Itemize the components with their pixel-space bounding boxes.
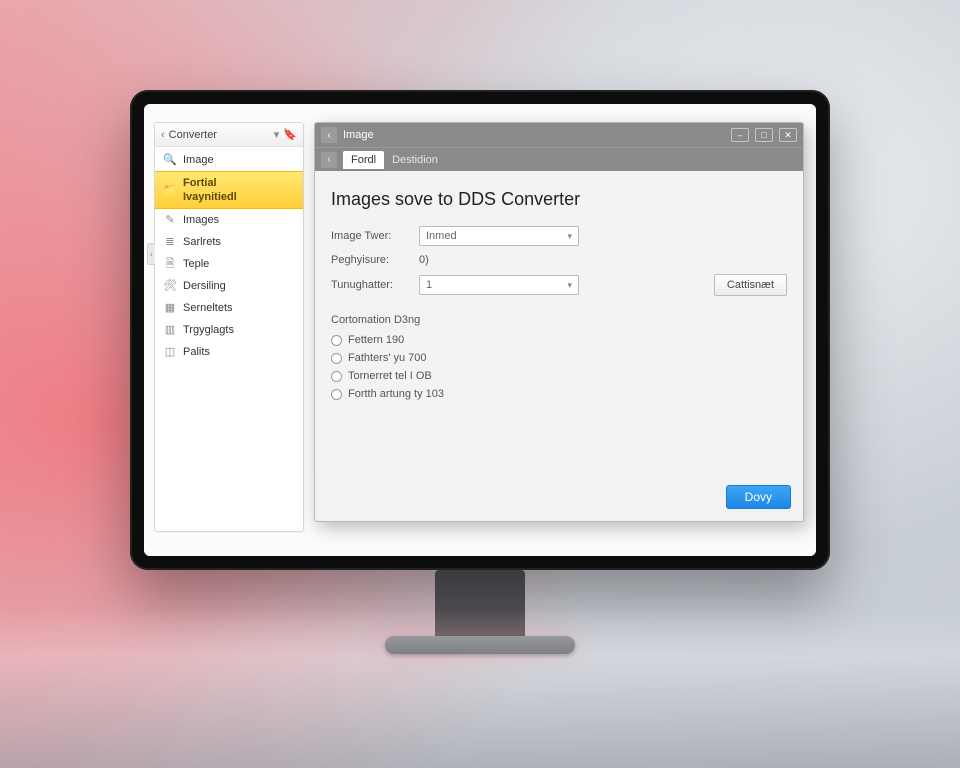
registration-value: 0) [419, 254, 429, 266]
sidebar-item-label: Serneltets [183, 301, 233, 315]
sidebar-panel: ‹ ‹ Converter ▾ 🔖 🔍 Image 📁 Fortial Ivaynit… [154, 122, 304, 532]
sidebar-title: Converter [169, 129, 270, 141]
sidebar-item-4[interactable]: 🗎 Teple [155, 253, 303, 275]
throughput-select[interactable]: 1 ▾ [419, 275, 579, 295]
field-image-type: Image Twer: Inmed ▾ [331, 226, 787, 246]
back-icon[interactable]: ‹ [161, 129, 165, 141]
tabs-back-icon[interactable]: ‹ [321, 152, 337, 168]
throughput-value: 1 [426, 279, 432, 291]
primary-action-label: Dovy [745, 490, 772, 504]
sidebar-collapse-handle[interactable]: ‹ [147, 243, 155, 265]
monitor-stand [435, 570, 525, 640]
sidebar-list: 🔍 Image 📁 Fortial Ivaynitiedl ✎ Images ≣ Sarlre… [155, 147, 303, 365]
sidebar-item-label: Image [183, 153, 214, 167]
sidebar-item-label: Dersiling [183, 279, 226, 293]
calendar-icon: ▥ [163, 323, 177, 337]
radio-icon [331, 389, 342, 400]
option-label: Fathters' yu 700 [348, 352, 427, 364]
sidebar-header: ‹ Converter ▾ 🔖 [155, 123, 303, 147]
sidebar-item-label: Trgyglagts [183, 323, 234, 337]
chevron-down-icon: ▾ [567, 280, 572, 291]
dialog-body: Images sove to DDS Converter Image Twer:… [315, 171, 803, 477]
option-label: Fettern 190 [348, 334, 404, 346]
image-type-label: Image Twer: [331, 230, 409, 242]
sidebar-item-8[interactable]: ◫ Palits [155, 341, 303, 363]
option-row-3[interactable]: Fortth artung ty 103 [331, 388, 787, 400]
dialog-footer: Dovy [315, 477, 803, 521]
page-icon: 🗎 [163, 257, 177, 271]
tab-0[interactable]: Fordl [343, 151, 384, 169]
grid-icon: ▦ [163, 301, 177, 315]
option-row-0[interactable]: Fettern 190 [331, 334, 787, 346]
pencil-icon: ✎ [163, 213, 177, 227]
search-icon: 🔍 [163, 153, 177, 167]
chart-icon: ◫ [163, 345, 177, 359]
tab-1[interactable]: Destidion [384, 151, 446, 169]
sliders-icon: ≣ [163, 235, 177, 249]
sidebar-item-7[interactable]: ▥ Trgyglagts [155, 319, 303, 341]
dialog-heading: Images sove to DDS Converter [331, 189, 787, 210]
sidebar-item-5[interactable]: 🛠 Dersiling [155, 275, 303, 297]
sidebar-item-label: Palits [183, 345, 210, 359]
side-action-button[interactable]: Cattisnæt [714, 274, 787, 296]
monitor-bezel: ‹ ‹ Converter ▾ 🔖 🔍 Image 📁 Fortial Ivaynit… [130, 90, 830, 570]
registration-label: Peghyisure: [331, 254, 409, 266]
sidebar-item-label: Teple [183, 257, 209, 271]
option-label: Fortth artung ty 103 [348, 388, 444, 400]
sidebar-item-1[interactable]: 📁 Fortial Ivaynitiedl [155, 171, 303, 209]
screen: ‹ ‹ Converter ▾ 🔖 🔍 Image 📁 Fortial Ivaynit… [144, 104, 816, 556]
sidebar-item-0[interactable]: 🔍 Image [155, 149, 303, 171]
titlebar-back-icon[interactable]: ‹ [321, 127, 337, 143]
primary-action-button[interactable]: Dovy [726, 485, 791, 509]
tools-icon: 🛠 [163, 279, 177, 293]
sidebar-item-2[interactable]: ✎ Images [155, 209, 303, 231]
window-minimize-button[interactable]: – [731, 128, 749, 142]
ambient-background: ‹ ‹ Converter ▾ 🔖 🔍 Image 📁 Fortial Ivaynit… [0, 0, 960, 768]
image-type-select[interactable]: Inmed ▾ [419, 226, 579, 246]
sidebar-item-3[interactable]: ≣ Sarlrets [155, 231, 303, 253]
field-registration: Peghyisure: 0) [331, 254, 787, 266]
field-throughput: Tunughatter: 1 ▾ Cattisnæt [331, 274, 787, 296]
options-section-label: Cortomation D3ng [331, 314, 787, 326]
radio-icon [331, 371, 342, 382]
dialog-title: Image [343, 129, 725, 141]
sidebar-item-label: Fortial Ivaynitiedl [183, 176, 237, 204]
bookmark-icon[interactable]: 🔖 [283, 128, 297, 141]
desktop: ‹ ‹ Converter ▾ 🔖 🔍 Image 📁 Fortial Ivaynit… [144, 104, 816, 556]
dialog-titlebar[interactable]: ‹ Image – □ ✕ [315, 123, 803, 147]
dialog-tab-strip: ‹ FordlDestidion [315, 147, 803, 171]
sidebar-item-label: Sarlrets [183, 235, 221, 249]
throughput-label: Tunughatter: [331, 279, 409, 291]
image-type-value: Inmed [426, 230, 457, 242]
chevron-left-icon: ‹ [150, 249, 153, 259]
side-action-label: Cattisnæt [727, 279, 774, 291]
folder-icon: 📁 [163, 183, 177, 197]
sidebar-item-label: Images [183, 213, 219, 227]
dropdown-icon[interactable]: ▾ [274, 128, 280, 141]
converter-dialog: ‹ Image – □ ✕ ‹ FordlDestidion Images so… [314, 122, 804, 522]
option-label: Tornerret tel I OB [348, 370, 432, 382]
sidebar-item-6[interactable]: ▦ Serneltets [155, 297, 303, 319]
option-row-2[interactable]: Tornerret tel I OB [331, 370, 787, 382]
chevron-down-icon: ▾ [567, 231, 572, 242]
radio-icon [331, 335, 342, 346]
option-row-1[interactable]: Fathters' yu 700 [331, 352, 787, 364]
window-close-button[interactable]: ✕ [779, 128, 797, 142]
window-maximize-button[interactable]: □ [755, 128, 773, 142]
radio-icon [331, 353, 342, 364]
